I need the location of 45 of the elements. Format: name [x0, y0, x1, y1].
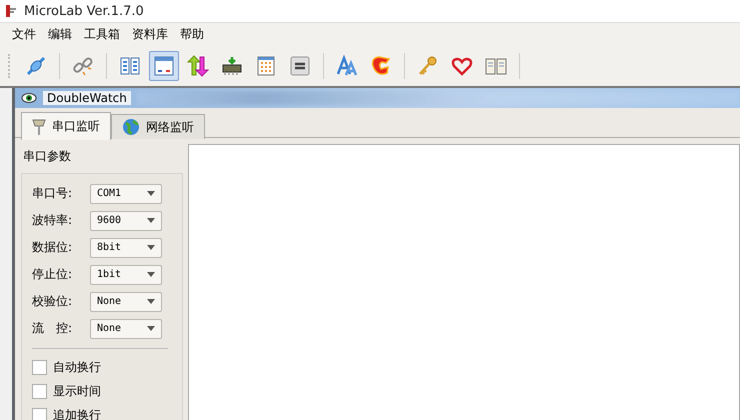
tab[interactable]: 网络监听 — [111, 114, 205, 139]
globe-icon — [122, 118, 140, 136]
checkbox[interactable] — [32, 360, 47, 374]
eye-icon — [21, 92, 37, 104]
field-label: 数据位: — [32, 239, 74, 256]
field-label: 流 控: — [32, 320, 74, 337]
caret-icon — [147, 245, 155, 250]
flame-icon — [369, 54, 393, 78]
checkbox[interactable] — [32, 408, 47, 420]
dropdown[interactable]: 9600 — [90, 210, 162, 230]
caret-icon — [147, 218, 155, 223]
chip-icon — [220, 54, 244, 78]
up-down-arrows-icon — [186, 54, 210, 78]
checkbox-label: 自动换行 — [53, 358, 101, 376]
font-icon — [335, 54, 359, 78]
checkbox-label: 追加换行 — [53, 406, 101, 420]
field-label: 波特率: — [32, 212, 74, 229]
dropdown[interactable]: 8bit — [90, 238, 162, 258]
checkbox[interactable] — [32, 384, 47, 398]
caret-icon — [147, 326, 155, 331]
field-label: 校验位: — [32, 293, 74, 310]
menu-item[interactable]: 工具箱 — [78, 26, 126, 43]
field-label: 串口号: — [32, 185, 74, 202]
caret-icon — [147, 299, 155, 304]
field-label: 停止位: — [32, 266, 74, 283]
menu-item[interactable]: 帮助 — [174, 26, 210, 43]
plug-icon — [24, 54, 48, 78]
dropdown[interactable]: 1bit — [90, 264, 162, 284]
dropdown[interactable]: None — [90, 318, 162, 338]
window-title: MicroLab Ver.1.7.0 — [24, 4, 144, 18]
inner-window-title: DoubleWatch — [43, 91, 131, 105]
caret-icon — [147, 272, 155, 277]
menu-item[interactable]: 编辑 — [42, 26, 78, 43]
serial-port-icon — [32, 118, 46, 136]
caret-icon — [147, 191, 155, 196]
app-icon — [4, 3, 18, 19]
checkbox-label: 显示时间 — [53, 382, 101, 400]
dropdown[interactable]: None — [90, 292, 162, 312]
tab[interactable]: 串口监听 — [21, 112, 111, 140]
menu-item[interactable]: 文件 — [6, 26, 42, 43]
panel-icon — [288, 54, 312, 78]
window-icon — [152, 54, 176, 78]
panel-title: 串口参数 — [23, 148, 72, 165]
menu-item[interactable]: 资料库 — [126, 26, 174, 43]
dropdown[interactable]: COM1 — [90, 184, 162, 204]
